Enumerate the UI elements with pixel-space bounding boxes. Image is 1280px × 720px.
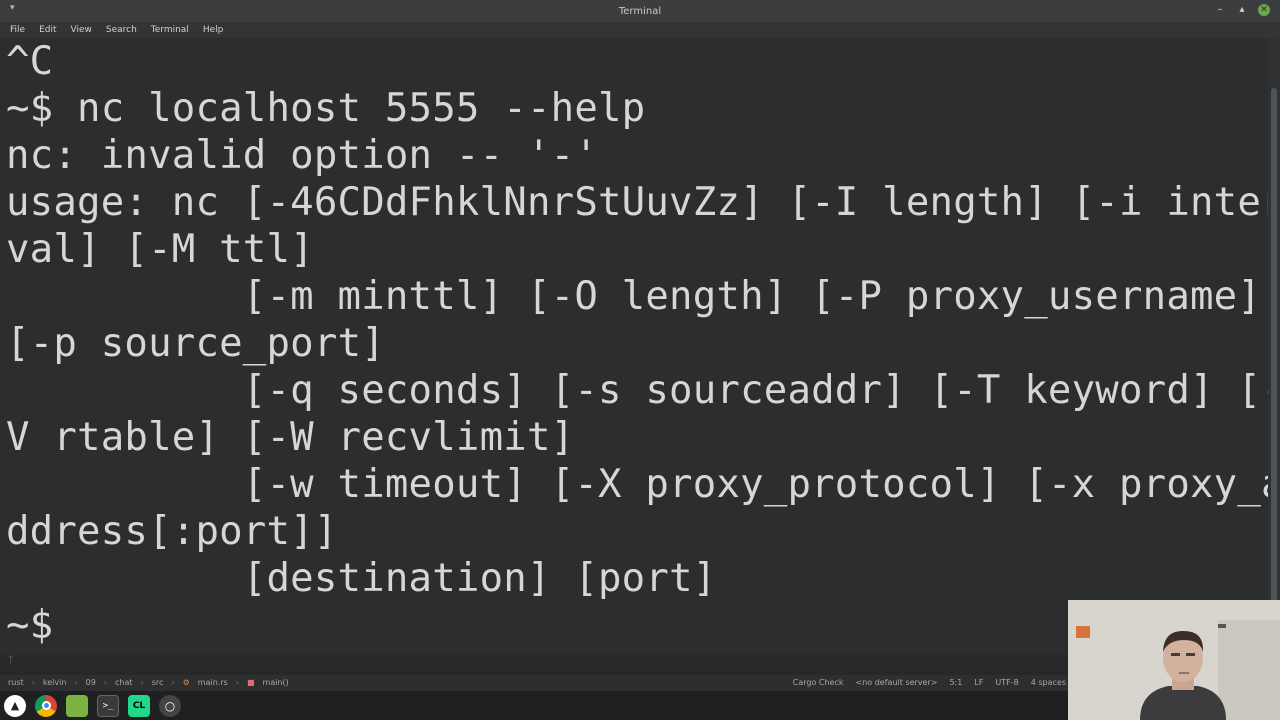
terminal-line: ddress[:port]] [6,509,338,554]
server-widget[interactable]: <no default server> [856,678,938,687]
function-icon: ■ [246,678,255,687]
breadcrumb-separator: › [103,678,107,687]
menu-search[interactable]: Search [106,25,137,35]
window-title: Terminal [618,6,662,17]
gitkraken-icon[interactable]: ○ [159,694,181,717]
terminal-line: nc: invalid option -- '-' [6,133,598,178]
cargo-check-widget[interactable]: Cargo Check [793,678,844,687]
breadcrumb-item[interactable]: main() [263,678,289,687]
breadcrumb-item[interactable]: 09 [86,678,96,687]
breadcrumb-separator: › [171,678,175,687]
person-image [1068,600,1280,720]
files-icon[interactable] [66,694,88,717]
scrollbar-thumb[interactable] [1271,88,1277,648]
git-branch-icon[interactable]: ᛉ [8,656,13,666]
menu-view[interactable]: View [71,25,92,35]
terminal-line: V rtable] [-W recvlimit] [6,415,575,460]
breadcrumb-item[interactable]: rust [8,678,24,687]
terminal-output[interactable]: ^C ~$ nc localhost 5555 --help nc: inval… [0,38,1268,658]
breadcrumb: rust › kelvin › 09 › chat › src › ⚙ main.rs › ■… [8,678,289,687]
indent-setting[interactable]: 4 spaces [1031,678,1066,687]
breadcrumb-separator: › [140,678,144,687]
terminal-line: [-p source_port] [6,321,385,366]
terminal-prompt: ~$ [6,603,54,648]
terminal-line: [-q seconds] [-s sourceaddr] [-T keyword… [6,368,1268,413]
menu-help[interactable]: Help [203,25,224,35]
breadcrumb-item[interactable]: main.rs [198,678,228,687]
window-controls: – ▴ ✕ [1214,4,1270,16]
clion-icon[interactable]: CL [128,694,150,717]
breadcrumb-item[interactable]: chat [115,678,133,687]
breadcrumb-item[interactable]: kelvin [43,678,67,687]
rust-file-icon: ⚙ [182,678,190,687]
terminal-line: val] [-M ttl] [6,227,314,272]
line-separator[interactable]: LF [974,678,983,687]
minimize-icon[interactable]: – [1214,4,1226,16]
breadcrumb-separator: › [74,678,78,687]
breadcrumb-separator: › [31,678,35,687]
terminal-line: [-m minttl] [-O length] [-P proxy_userna… [6,274,1262,319]
menu-terminal[interactable]: Terminal [151,25,189,35]
breadcrumb-item[interactable]: src [152,678,164,687]
maximize-icon[interactable]: ▴ [1236,4,1248,16]
file-encoding[interactable]: UTF-8 [995,678,1018,687]
caret-position[interactable]: 5:1 [949,678,962,687]
chrome-icon[interactable] [35,694,57,717]
status-right: Cargo Check <no default server> 5:1 LF U… [793,678,1066,687]
terminal-line: ~$ nc localhost 5555 --help [6,86,646,131]
menu-edit[interactable]: Edit [39,25,56,35]
terminal-icon[interactable]: >_ [97,694,119,717]
terminal-line: [-w timeout] [-X proxy_protocol] [-x pro… [6,462,1268,507]
menu-file[interactable]: File [10,25,25,35]
webcam-overlay [1068,600,1280,720]
close-icon[interactable]: ✕ [1258,4,1270,16]
terminal-line: [destination] [port] [6,556,717,601]
terminal-line: usage: nc [-46CDdFhklNnrStUuvZz] [-I len… [6,180,1268,225]
menu-bar: File Edit View Search Terminal Help [0,22,1280,38]
breadcrumb-separator: › [235,678,239,687]
terminal-line: ^C [6,39,54,84]
start-menu-icon[interactable]: ▲ [4,694,26,717]
window-titlebar: ▾ Terminal – ▴ ✕ [0,0,1280,22]
